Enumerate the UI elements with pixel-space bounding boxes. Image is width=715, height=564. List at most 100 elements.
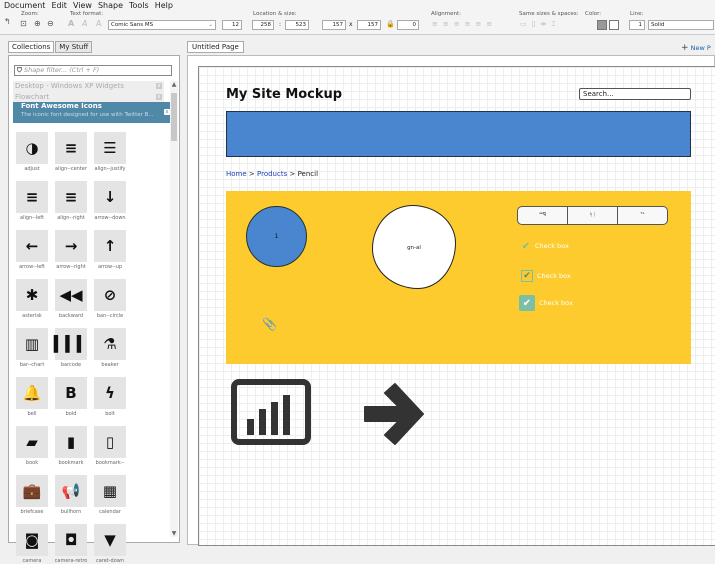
icon-preview: 💼 [16,475,48,507]
text-bold-icon[interactable]: A [68,19,74,29]
segment-button[interactable]: ᛋᛁ [567,206,618,225]
checkbox-2[interactable]: ✔ Check box [521,270,571,282]
icon-tile[interactable]: ≡ align--right [52,181,90,221]
same-size-buttons-icon[interactable]: ▭▯⇹⌶ [520,19,561,29]
close-icon[interactable]: x [156,94,162,100]
icon-label: calendar [99,509,121,515]
icon-tile[interactable]: ◘ camera-retro [52,524,90,564]
angle-input[interactable]: 0 [397,20,419,30]
checkbox-3[interactable]: ✔ Check box [519,295,573,311]
icon-tile[interactable]: ϟ bolt [91,377,129,417]
icon-tile[interactable]: ▦ calendar [91,475,129,515]
icon-tile[interactable]: ▥ bar--chart [13,328,51,368]
icon-tile[interactable]: ↓ arrow--down [91,181,129,221]
icon-tile[interactable]: ▯ bookmark-- [91,426,129,466]
icon-tile[interactable]: ≡ align--center [52,132,90,172]
check-icon: ✔ [521,270,533,282]
page-tab[interactable]: Untitled Page [187,41,244,53]
scrollbar[interactable]: ▲ ▼ [170,81,178,537]
close-icon[interactable]: x [156,83,162,89]
icon-tile[interactable]: ▼ caret-down [91,524,129,564]
mockup-banner[interactable] [226,111,691,157]
icon-tile[interactable]: ◑ adjust [13,132,51,172]
icon-preview: 📢 [55,475,87,507]
zoom-in-icon[interactable]: ⊕ [34,19,41,29]
icon-tile[interactable]: → arrow--right [52,230,90,270]
lock-aspect-icon[interactable]: 🔒 [386,19,395,29]
menu-shape[interactable]: Shape [98,0,123,11]
breadcrumb-products[interactable]: Products [257,170,287,178]
zoom-fit-icon[interactable]: ⊡ [20,19,27,29]
zoom-out-icon[interactable]: ⊖ [47,19,54,29]
icon-tile[interactable]: ⊘ ban--circle [91,279,129,319]
checkbox-1[interactable]: ✔ Check box [521,241,569,252]
font-size-input[interactable]: 12 [222,20,242,30]
tab-collections[interactable]: Collections [8,41,55,53]
x-input[interactable]: 258 [252,20,274,30]
icon-preview: ⚗ [94,328,126,360]
icon-tile[interactable]: 📢 bullhorn [52,475,90,515]
menu-help[interactable]: Help [155,0,173,11]
checkbox-label: Check box [539,299,573,307]
book-icon: ▰ [26,433,38,451]
icon-tile[interactable]: ◙ camera [13,524,51,564]
segment-button[interactable]: ᵀᴸ [617,206,668,225]
icon-tile[interactable]: ☰ align--justify [91,132,129,172]
text-color-icon[interactable]: A [96,19,101,29]
menu-document[interactable]: Document [4,0,45,11]
fill-color-swatch[interactable] [597,20,607,30]
scroll-up-icon[interactable]: ▲ [170,81,178,88]
icon-tile[interactable]: 🔔 bell [13,377,51,417]
arrow-right-icon[interactable] [359,379,429,449]
text-italic-icon[interactable]: A [82,19,87,29]
icon-tile[interactable]: ✱ asterisk [13,279,51,319]
icon-tile[interactable]: ▮ bookmark [52,426,90,466]
menu-view[interactable]: View [73,0,92,11]
segment-button[interactable]: ꟹꟼ [517,206,568,225]
menu-tools[interactable]: Tools [129,0,149,11]
sketch-circle-shape[interactable]: gn-al [372,205,456,289]
icon-tile[interactable]: ↑ arrow--up [91,230,129,270]
line-style-select[interactable]: Solid [648,20,714,30]
same-sizes-label: Same sizes & spaces: [519,11,579,17]
y-input[interactable]: 523 [285,20,309,30]
stroke-color-swatch[interactable] [609,20,619,30]
tab-my-stuff[interactable]: My Stuff [55,41,93,53]
line-width-input[interactable]: 1 [629,20,645,30]
library-font-awesome[interactable]: Font Awesome Icons The iconic font desig… [13,102,173,123]
mockup-title[interactable]: My Site Mockup [226,87,342,102]
icon-tile[interactable]: ◀◀ backward [52,279,90,319]
breadcrumb[interactable]: Home > Products > Pencil [226,170,318,178]
yellow-panel[interactable]: 1 gn-al ꟹꟼ ᛋᛁ ᵀᴸ ✔ Check box ✔ Check box… [226,191,691,364]
segmented-control[interactable]: ꟹꟼ ᛋᛁ ᵀᴸ [517,206,668,225]
icon-tile[interactable]: ⚗ beaker [91,328,129,368]
mockup-search-box[interactable]: Search... [579,88,691,100]
icon-tile[interactable]: Bbold [52,377,90,417]
breadcrumb-home[interactable]: Home [226,170,247,178]
font-select[interactable]: Comic Sans MS ⌄ [108,20,216,30]
new-page-button[interactable]: + New P [681,43,711,53]
icon-tile[interactable]: ▰ book [13,426,51,466]
bar-chart-icon[interactable] [231,379,311,447]
page-sheet[interactable]: My Site Mockup Search... Home > Products… [198,66,715,546]
shape-filter-input[interactable]: ⛉ Shape filter... (Ctrl + F) [14,65,172,76]
icon-tile[interactable]: ≡ align--left [13,181,51,221]
blue-circle-shape[interactable]: 1 [246,206,307,267]
paperclip-icon[interactable]: 📎 [262,317,277,331]
briefcase-icon: 💼 [22,482,42,500]
width-input[interactable]: 157 [322,20,346,30]
menu-edit[interactable]: Edit [51,0,67,11]
icon-tile[interactable]: ▍▍▍ barcode [52,328,90,368]
icon-tile[interactable]: ← arrow--left [13,230,51,270]
icon-tile[interactable]: 💼 briefcase [13,475,51,515]
connector-icon[interactable]: ↰ [4,17,11,27]
scrollbar-thumb[interactable] [171,93,177,141]
scroll-down-icon[interactable]: ▼ [170,530,178,537]
bolt-icon: ϟ [105,384,115,402]
breadcrumb-current[interactable]: Pencil [298,170,318,178]
height-input[interactable]: 157 [357,20,381,30]
library-windows-xp[interactable]: Desktop - Windows XP Widgets x [13,81,164,92]
icon-preview: ⊘ [94,279,126,311]
calendar-icon: ▦ [102,482,118,500]
align-buttons-icon[interactable]: ≡≡≡≡≡≡ [432,19,497,29]
